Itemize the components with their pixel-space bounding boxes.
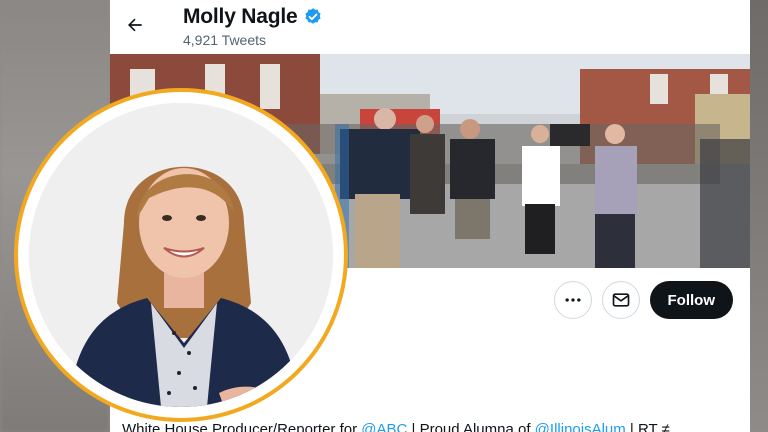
bio-text-mid: | Proud Alumna of <box>407 421 535 432</box>
avatar[interactable] <box>29 103 333 407</box>
envelope-icon <box>612 293 629 307</box>
tweet-count: 4,921 Tweets <box>183 32 267 48</box>
profile-header: Molly Nagle 4,921 Tweets <box>183 5 323 48</box>
bio-link-illinois-alum[interactable]: @IllinoisAlum <box>535 421 626 432</box>
avatar-photo <box>29 103 333 407</box>
bio-text-start: White House Producer/Reporter for <box>122 421 362 432</box>
message-button[interactable] <box>601 281 640 319</box>
profile-actions: Follow <box>553 281 733 319</box>
back-button[interactable] <box>120 10 150 40</box>
video-background-right <box>748 0 768 432</box>
more-button[interactable] <box>553 281 592 319</box>
follow-button[interactable]: Follow <box>649 281 733 319</box>
display-name: Molly Nagle <box>183 5 298 28</box>
verified-badge-icon <box>304 8 321 24</box>
more-horizontal-icon <box>565 298 580 302</box>
profile-bio: White House Producer/Reporter for @ABC |… <box>122 421 670 432</box>
arrow-left-icon <box>128 18 142 32</box>
bio-link-abc[interactable]: @ABC <box>361 421 407 432</box>
bio-text-end: | RT ≠ <box>625 421 670 432</box>
